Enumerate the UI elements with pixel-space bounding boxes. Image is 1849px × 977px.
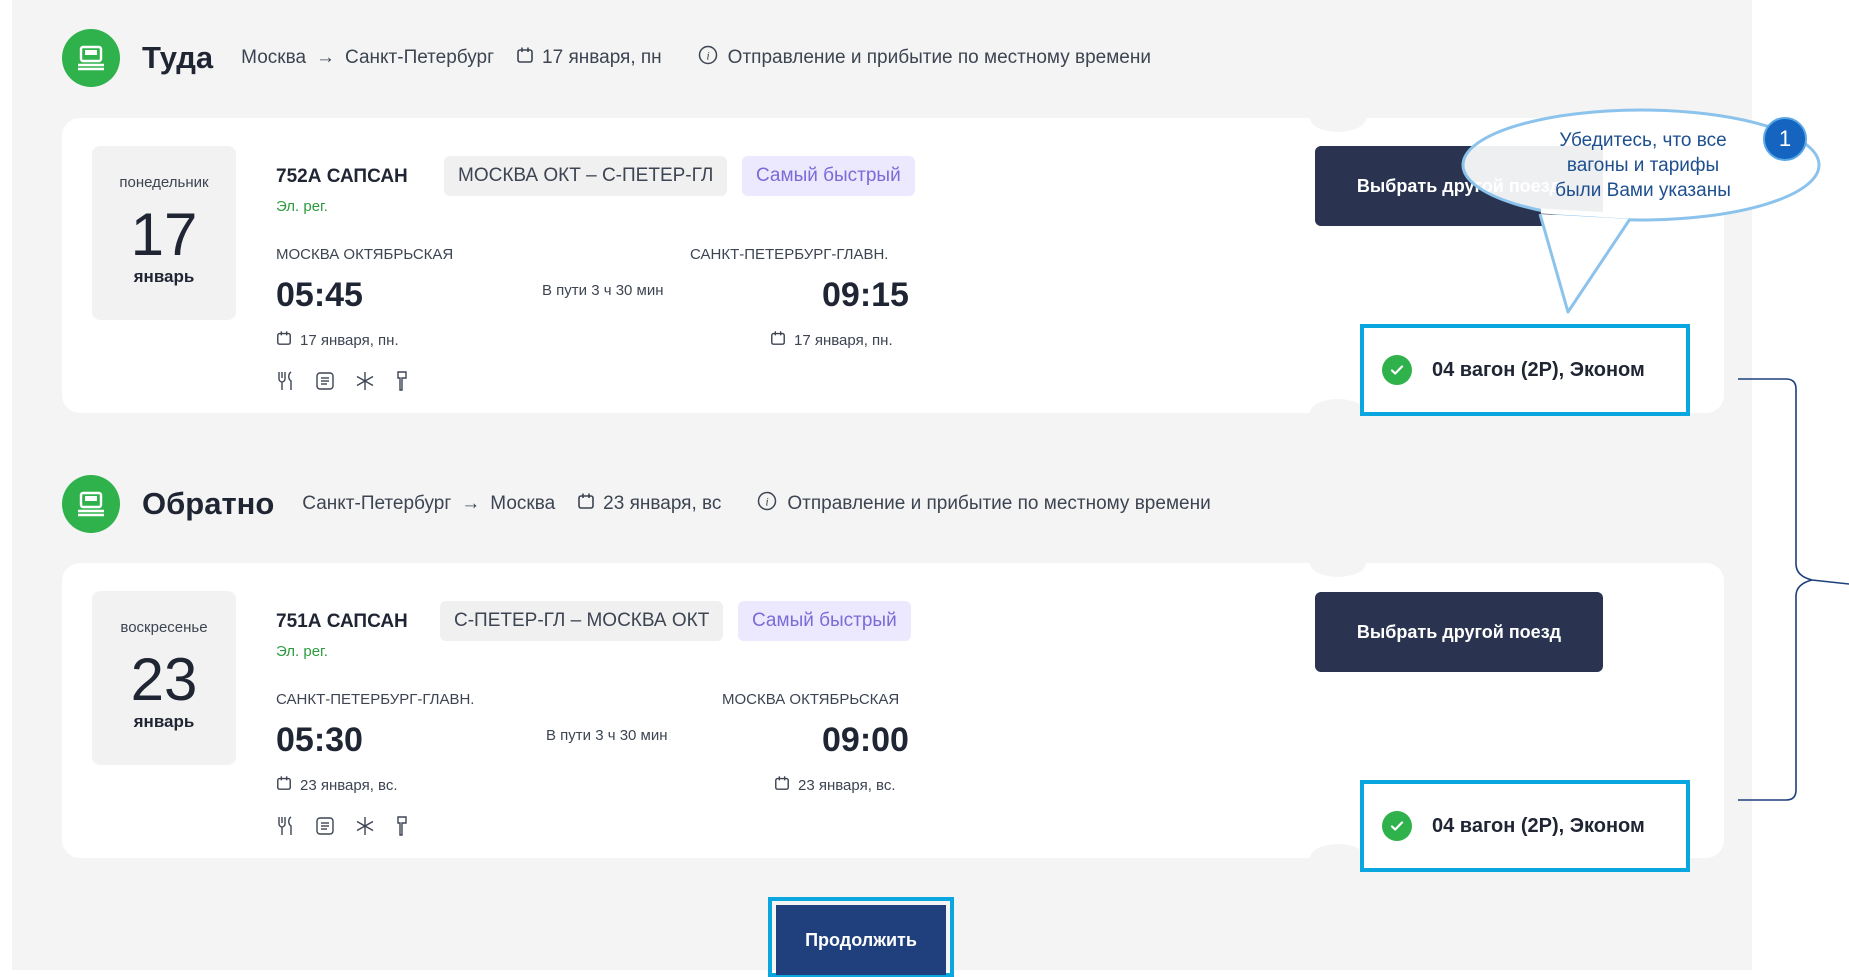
callout-line: вагоны и тарифы	[1566, 155, 1720, 176]
callout-line: были Вами указаны	[1555, 180, 1731, 201]
callout-text: Убедитесь, что все вагоны и тарифы были …	[1478, 128, 1808, 203]
callout-line: Убедитесь, что все	[1559, 130, 1727, 151]
callout-number-badge: 1	[1763, 117, 1807, 161]
